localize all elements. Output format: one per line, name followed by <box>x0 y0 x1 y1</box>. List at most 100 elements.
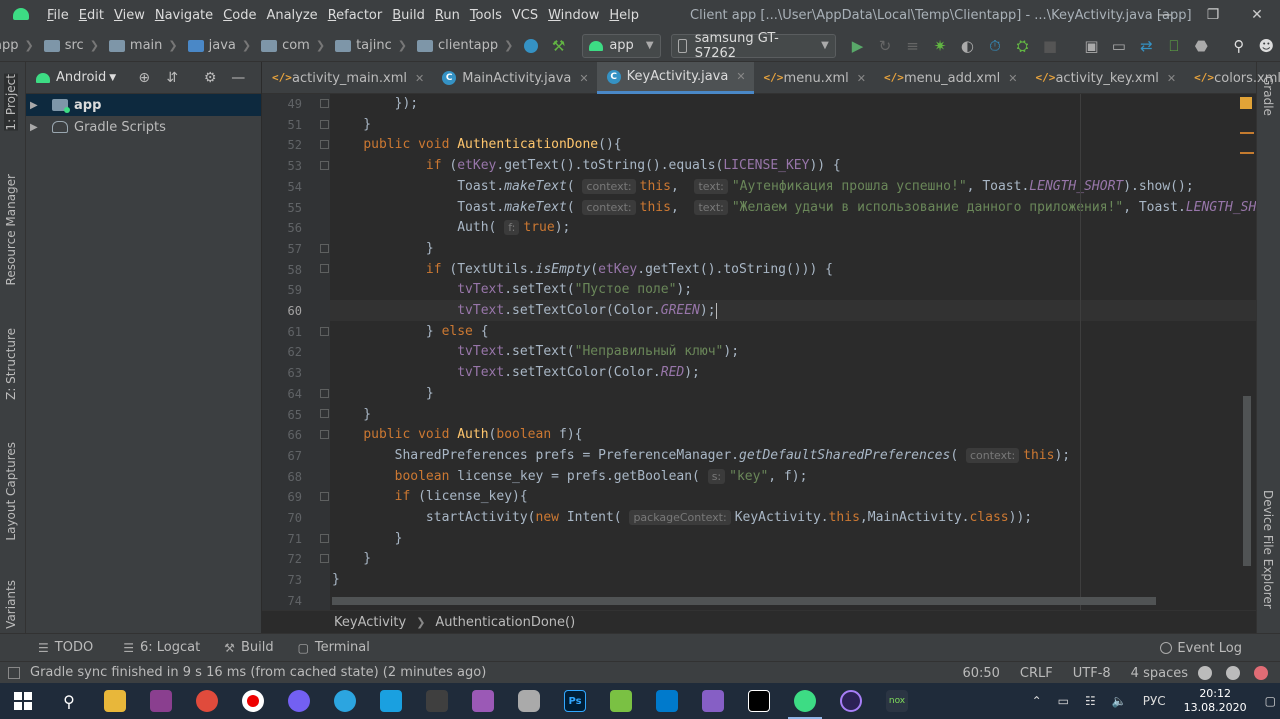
tab-activity-main-xml[interactable]: </> activity_main.xml ✕ <box>262 62 432 94</box>
project-view-select[interactable]: Android ▼ <box>36 70 116 85</box>
attach-process-icon[interactable]: ⛭ <box>1009 32 1036 60</box>
fold-marker-icon[interactable] <box>320 534 329 543</box>
expand-arrow-icon[interactable]: ▶ <box>30 122 44 133</box>
fold-marker-icon[interactable] <box>320 492 329 501</box>
tree-item-app[interactable]: ▶ app <box>26 94 261 116</box>
crumb-app[interactable]: app ❯ <box>0 38 34 53</box>
tool-tab-layout-captures[interactable]: Layout Captures <box>4 442 18 541</box>
menu-file[interactable]: File <box>42 8 74 23</box>
notepad-icon[interactable] <box>598 683 644 719</box>
hide-panel-icon[interactable]: — <box>224 64 252 92</box>
minimize-icon[interactable]: — <box>1142 0 1188 30</box>
tool-tab-terminal[interactable]: ▢ Terminal <box>298 640 370 655</box>
android-studio-icon[interactable] <box>782 683 828 719</box>
debug-icon[interactable]: ✷ <box>926 32 953 60</box>
chrome-icon[interactable] <box>184 683 230 719</box>
database-icon[interactable] <box>506 683 552 719</box>
viber-icon[interactable] <box>276 683 322 719</box>
gear-icon[interactable]: ⚙ <box>196 64 224 92</box>
user-icon[interactable]: ☻ <box>1253 32 1280 60</box>
vertical-scrollbar[interactable] <box>1243 396 1251 566</box>
notifications-icon[interactable] <box>1254 666 1268 680</box>
stop-icon[interactable]: ■ <box>1036 32 1063 60</box>
apply-changes-icon[interactable]: ↻ <box>871 32 898 60</box>
crumb-src[interactable]: src ❯ <box>38 38 99 53</box>
menu-analyze[interactable]: Analyze <box>261 8 322 23</box>
breadcrumb-method[interactable]: AuthenticationDone() <box>435 615 575 630</box>
tool-tab-resource-manager[interactable]: Resource Manager <box>4 174 18 285</box>
clock[interactable]: 20:12 13.08.2020 <box>1184 687 1247 715</box>
close-tab-icon[interactable]: ✕ <box>857 72 866 85</box>
menu-tools[interactable]: Tools <box>465 8 507 23</box>
error-stripe-mark[interactable] <box>1240 152 1254 154</box>
menu-view[interactable]: View <box>109 8 150 23</box>
sourcetree-icon[interactable] <box>414 683 460 719</box>
crumb-main[interactable]: main ❯ <box>103 38 178 53</box>
breadcrumb-class[interactable]: KeyActivity <box>334 615 406 630</box>
file-encoding[interactable]: UTF-8 <box>1073 666 1111 681</box>
tab-menu-xml[interactable]: </> menu.xml ✕ <box>754 62 874 94</box>
visual-studio-icon[interactable] <box>690 683 736 719</box>
target-app-icon[interactable] <box>368 683 414 719</box>
tool-tab-build[interactable]: ⚒ Build <box>224 640 273 655</box>
hammer-icon[interactable]: ⚒ <box>545 32 572 60</box>
fold-marker-icon[interactable] <box>320 554 329 563</box>
menu-run[interactable]: Run <box>430 8 465 23</box>
fold-marker-icon[interactable] <box>320 264 329 273</box>
code-editor[interactable]: 49 51 52 53 54 55 56 57 58 59 60 61 62 63 64 65 66 67 68 69… <box>262 94 1256 610</box>
crumb-tajinc[interactable]: tajinc ❯ <box>329 38 407 53</box>
tool-tab-logcat[interactable]: ☰ 6: Logcat <box>123 640 200 655</box>
menu-help[interactable]: Help <box>604 8 644 23</box>
toggle-tool-windows-icon[interactable] <box>8 666 20 679</box>
crumb-clientapp[interactable]: clientapp ❯ <box>411 38 513 53</box>
notification-center-icon[interactable]: ▢ <box>1265 694 1276 708</box>
winrar-icon[interactable] <box>138 683 184 719</box>
close-tab-icon[interactable]: ✕ <box>1167 72 1176 85</box>
search-icon[interactable]: ⚲ <box>46 683 92 719</box>
network-icon[interactable]: ☷ <box>1085 694 1096 708</box>
menu-build[interactable]: Build <box>387 8 430 23</box>
tool-tab-event-log[interactable]: Event Log <box>1160 634 1242 662</box>
line-separator[interactable]: CRLF <box>1020 666 1053 681</box>
apply-code-changes-icon[interactable]: ≡ <box>899 32 926 60</box>
nox-icon[interactable]: nox <box>874 683 920 719</box>
sad-face-icon[interactable] <box>1226 666 1240 680</box>
collapse-all-icon[interactable]: ⇵ <box>158 64 186 92</box>
status-message[interactable]: Gradle sync finished in 9 s 16 ms (from … <box>30 665 486 680</box>
happy-face-icon[interactable] <box>1198 666 1212 680</box>
error-stripe-mark[interactable] <box>1240 132 1254 134</box>
fold-marker-icon[interactable] <box>320 327 329 336</box>
battery-icon[interactable]: ▭ <box>1058 694 1069 708</box>
language-indicator[interactable]: РУС <box>1143 694 1166 708</box>
run-configuration-select[interactable]: app ▼ <box>582 33 661 58</box>
fold-marker-icon[interactable] <box>320 244 329 253</box>
attach-debugger-icon[interactable]: ◐ <box>954 32 981 60</box>
java-class-icon[interactable] <box>517 32 544 60</box>
chat-app-icon[interactable] <box>460 683 506 719</box>
vscode-icon[interactable] <box>644 683 690 719</box>
telegram-icon[interactable] <box>322 683 368 719</box>
tab-mainactivity-java[interactable]: C MainActivity.java ✕ <box>432 62 596 94</box>
menu-navigate[interactable]: Navigate <box>150 8 218 23</box>
avd-manager-icon[interactable]: ▭ <box>1105 32 1132 60</box>
close-tab-icon[interactable]: ✕ <box>579 72 588 85</box>
device-manager-icon[interactable]: ⎕ <box>1160 32 1187 60</box>
tab-activity-key-xml[interactable]: </> activity_key.xml ✕ <box>1025 62 1184 94</box>
jetbrains-icon[interactable] <box>736 683 782 719</box>
fold-marker-icon[interactable] <box>320 409 329 418</box>
tree-item-gradle-scripts[interactable]: ▶ Gradle Scripts <box>26 116 261 138</box>
restore-icon[interactable]: ❐ <box>1190 0 1236 30</box>
chevron-up-icon[interactable]: ⌃ <box>1032 694 1042 708</box>
tab-colors-xml[interactable]: </>colors.xml✕ <box>1184 62 1280 94</box>
menu-code[interactable]: Code <box>218 8 261 23</box>
file-explorer-icon[interactable] <box>92 683 138 719</box>
fold-marker-icon[interactable] <box>320 161 329 170</box>
eclipse-icon[interactable] <box>828 683 874 719</box>
fold-marker-icon[interactable] <box>320 430 329 439</box>
indent-setting[interactable]: 4 spaces <box>1131 666 1188 681</box>
warning-marker-icon[interactable] <box>1240 97 1252 109</box>
sync-gradle-icon[interactable]: ⇄ <box>1133 32 1160 60</box>
sdk-manager-icon[interactable]: ⬣ <box>1188 32 1215 60</box>
expand-arrow-icon[interactable]: ▶ <box>30 100 44 111</box>
close-tab-icon[interactable]: ✕ <box>1008 72 1017 85</box>
